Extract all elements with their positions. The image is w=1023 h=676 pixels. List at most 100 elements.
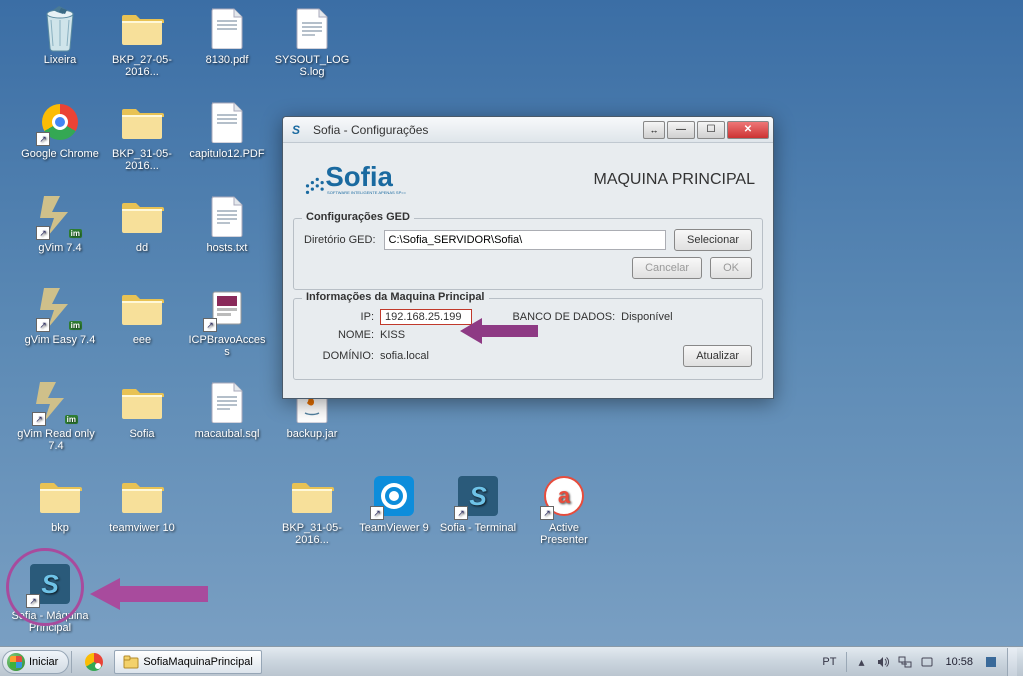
start-button[interactable]: Iniciar [2,650,69,674]
shortcut-overlay-icon: ↗ [370,506,384,520]
desktop-icon-macau[interactable]: macaubal.sql [185,378,269,440]
desktop-icon-label: macaubal.sql [185,428,269,440]
ip-label: IP: [304,311,374,323]
txt-icon [288,4,336,52]
tray-misc-icon[interactable] [983,654,999,670]
desktop-icon-label: eee [100,334,184,346]
chrome-icon [85,653,103,671]
desktop-icon-gvime[interactable]: im↗gVim Easy 7.4 [18,284,102,346]
desktop-icon-label: dd [100,242,184,254]
desktop-icon-label: ICPBravoAccess [185,334,269,358]
sofia-logo: Sofia SOFTWARE INTELIGENTE APENAS SP== [301,155,431,206]
sofiat-icon: S↗ [26,560,74,608]
window-title: Sofia - Configurações [313,123,643,137]
desktop-icon-sofiaf[interactable]: Sofia [100,378,184,440]
desktop-icon-label: teamviwer 10 [100,522,184,534]
taskbar-item-label: SofiaMaquinaPrincipal [143,656,252,668]
desktop-icon-bkp27[interactable]: BKP_27-05-2016... [100,4,184,78]
atualizar-button[interactable]: Atualizar [683,345,752,367]
gvim-icon: im↗ [32,378,80,426]
shortcut-overlay-icon: ↗ [26,594,40,608]
pdf-icon [203,4,251,52]
txt-icon [203,378,251,426]
taskbar-pinned-chrome[interactable] [76,650,112,674]
tray-action-icon[interactable] [919,654,935,670]
desktop-icon-label: capitulo12.PDF [185,148,269,160]
ged-groupbox: Configurações GED Diretório GED: Selecio… [293,218,763,290]
bin-icon [36,4,84,52]
desktop-icon-label: gVim Read only 7.4 [14,428,98,452]
desktop-icon-label: BKP_31-05-2016... [100,148,184,172]
ip-value: 192.168.25.199 [380,309,472,325]
desktop-icon-bkp[interactable]: bkp [18,472,102,534]
ged-cancel-button[interactable]: Cancelar [632,257,702,279]
desktop-icon-label: gVim Easy 7.4 [18,334,102,346]
db-label: BANCO DE DADOS: [512,311,615,323]
taskbar-item-sofia[interactable]: SofiaMaquinaPrincipal [114,650,261,674]
system-tray: PT ▴ 10:58 [818,648,1021,676]
desktop-icon-tv9[interactable]: ↗TeamViewer 9 [352,472,436,534]
ged-select-button[interactable]: Selecionar [674,229,752,251]
folder-icon [288,472,336,520]
desktop-icon-lixeira[interactable]: Lixeira [18,4,102,66]
folder-icon [118,472,166,520]
desktop-icon-hosts[interactable]: hosts.txt [185,192,269,254]
desktop-icon-label: Google Chrome [18,148,102,160]
tray-show-hidden-icon[interactable]: ▴ [853,654,869,670]
shortcut-overlay-icon: ↗ [203,318,217,332]
desktop-icon-dd[interactable]: dd [100,192,184,254]
desktop-icon-label: Sofia - Máquina Principal [8,610,92,634]
taskbar-separator [71,651,72,673]
desktop-icon-label: SYSOUT_LOGS.log [270,54,354,78]
window-minimize-button[interactable] [667,121,695,139]
taskbar: Iniciar SofiaMaquinaPrincipal PT ▴ 10:58 [0,646,1023,676]
folder-icon [118,98,166,146]
folder-icon [118,4,166,52]
desktop-icon-label: bkp [18,522,102,534]
db-value: Disponível [621,311,672,323]
desktop-icon-label: gVim 7.4 [18,242,102,254]
sofia-config-window: S Sofia - Configurações Sofia SOFTWARE I… [282,116,774,399]
sofiat-icon: S↗ [454,472,502,520]
pdf-icon [203,98,251,146]
window-help-button[interactable] [643,121,665,139]
ged-ok-button[interactable]: OK [710,257,752,279]
shortcut-overlay-icon: ↗ [36,318,50,332]
txt-icon [203,192,251,240]
tray-volume-icon[interactable] [875,654,891,670]
shortcut-overlay-icon: ↗ [540,506,554,520]
show-desktop-button[interactable] [1007,648,1017,676]
desktop-icon-gvim[interactable]: im↗gVim 7.4 [18,192,102,254]
tray-clock[interactable]: 10:58 [941,656,977,668]
svg-text:S: S [292,123,300,137]
svg-text:SOFTWARE INTELIGENTE APENAS SP: SOFTWARE INTELIGENTE APENAS SP== [327,190,407,195]
ged-dir-label: Diretório GED: [304,234,376,246]
folder-icon [118,284,166,332]
window-titlebar[interactable]: S Sofia - Configurações [283,117,773,143]
tray-network-icon[interactable] [897,654,913,670]
desktop-icon-tv10[interactable]: teamviwer 10 [100,472,184,534]
window-maximize-button[interactable] [697,121,725,139]
info-group-title: Informações da Maquina Principal [302,291,489,303]
desktop-icon-icp[interactable]: ↗ ICPBravoAccess [185,284,269,358]
tray-language[interactable]: PT [818,656,840,668]
desktop-icon-gvimr[interactable]: im↗gVim Read only 7.4 [14,378,98,452]
desktop-icon-bkp31a[interactable]: BKP_31-05-2016... [100,98,184,172]
desktop-icon-chrome[interactable]: ↗Google Chrome [18,98,102,160]
tv-icon: ↗ [370,472,418,520]
desktop-icon-eee[interactable]: eee [100,284,184,346]
desktop-icon-8130[interactable]: 8130.pdf [185,4,269,66]
window-icon: S [291,122,307,138]
desktop-icon-label: Sofia [100,428,184,440]
ged-dir-input[interactable] [384,230,666,250]
desktop-icon-sofiamp[interactable]: S↗Sofia - Máquina Principal [8,560,92,634]
desktop-icon-cap12[interactable]: capitulo12.PDF [185,98,269,160]
desktop-icon-bkp31b[interactable]: BKP_31-05-2016... [270,472,354,546]
desktop-icon-ap[interactable]: a↗Active Presenter [522,472,606,546]
start-label: Iniciar [29,656,58,668]
desktop-icon-sysout[interactable]: SYSOUT_LOGS.log [270,4,354,78]
windows-logo-icon [7,653,25,671]
desktop-icon-sofiat[interactable]: S↗Sofia - Terminal [436,472,520,534]
window-close-button[interactable] [727,121,769,139]
ap-icon: a↗ [540,472,588,520]
